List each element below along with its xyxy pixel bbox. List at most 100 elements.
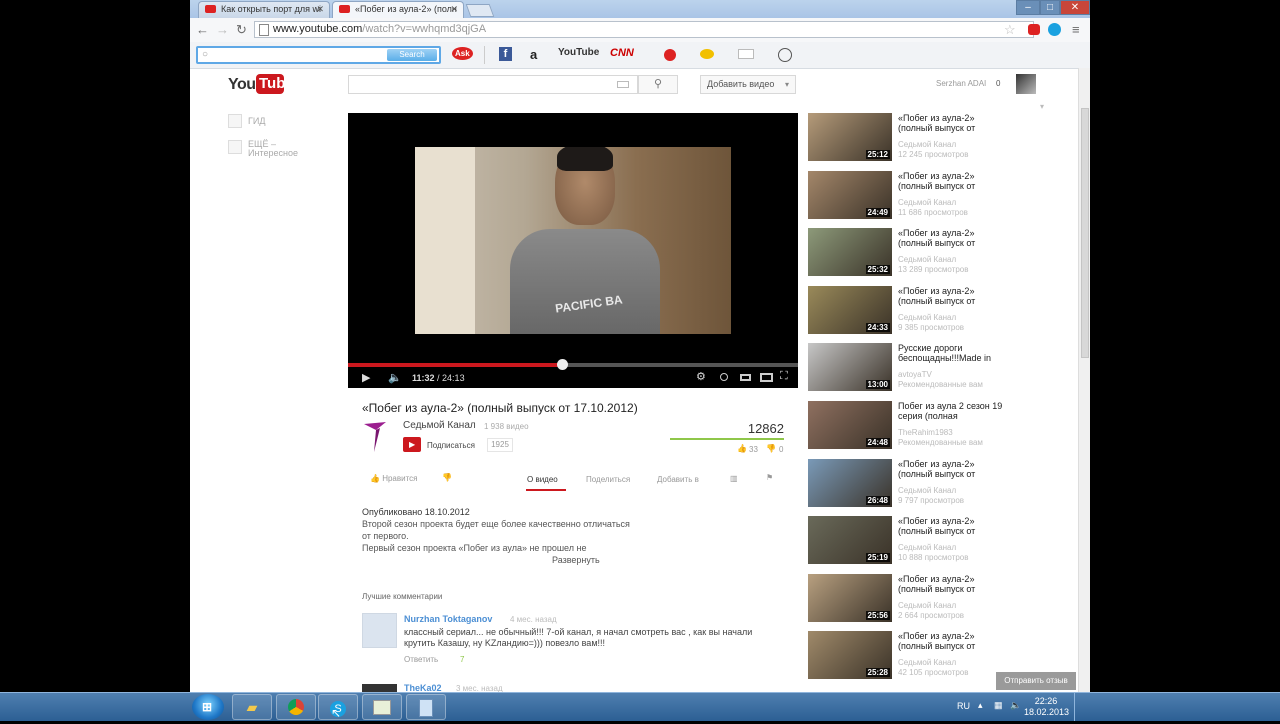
comment-author[interactable]: Nurzhan Toktaganov [404,614,492,624]
play-icon[interactable]: ▶ [362,371,370,384]
skype-extension-icon[interactable] [1048,23,1061,36]
related-thumbnail[interactable]: 13:00 [808,343,892,392]
youtube-search-input[interactable] [348,75,638,94]
language-indicator[interactable]: RU [957,701,970,711]
cnn-icon[interactable]: CNN [610,47,634,59]
channel-name[interactable]: Седьмой Канал [403,420,476,431]
youtube-search-button[interactable]: ⚲ [638,75,678,94]
dislike-button[interactable]: 👎 [442,473,452,482]
comment-avatar[interactable] [362,684,397,692]
reload-icon[interactable]: ↻ [236,22,247,38]
mail-icon[interactable] [738,49,754,59]
guide-interesting-link[interactable]: Интересное [248,148,298,158]
related-video-item[interactable]: 24:33 «Побег из аула-2» (полный выпуск от… [808,285,1078,336]
new-tab-button[interactable] [465,4,495,17]
related-thumbnail[interactable]: 25:19 [808,516,892,565]
related-title[interactable]: Побег из аула 2 сезон 19 серия (полная [898,401,1008,421]
progress-handle[interactable] [557,359,569,370]
related-video-item[interactable]: 25:32 «Побег из аула-2» (полный выпуск от… [808,228,1078,278]
youtube-logo-tube[interactable]: Tube [256,74,294,94]
close-tab-icon[interactable]: ✕ [316,4,324,15]
menu-icon[interactable]: ≡ [1072,22,1080,37]
related-video-item[interactable]: 25:56 «Побег из аула-2» (полный выпуск от… [808,573,1078,624]
start-button[interactable]: ⊞ [192,694,224,720]
bookmark-star-icon[interactable]: ☆ [1004,22,1016,38]
related-thumbnail[interactable]: 25:12 [808,113,892,161]
related-title[interactable]: «Побег из аула-2» (полный выпуск от [898,631,1008,651]
related-thumbnail[interactable]: 24:33 [808,285,892,334]
related-thumbnail[interactable]: 26:48 [808,458,892,507]
fullscreen-icon[interactable]: ⛶ [780,370,788,383]
scrollbar-thumb[interactable] [1081,108,1089,358]
taskbar-chrome[interactable] [276,694,316,720]
related-video-item[interactable]: 25:19 «Побег из аула-2» (полный выпуск от… [808,516,1078,566]
close-tab-icon[interactable]: ✕ [450,4,458,15]
subscribe-button[interactable]: Подписаться [427,441,475,450]
youtube-logo-you[interactable]: You [228,76,256,94]
radio-icon[interactable] [778,48,792,62]
related-thumbnail[interactable]: 24:48 [808,401,892,449]
feedback-button[interactable]: Отправить отзыв [996,672,1076,690]
related-thumbnail[interactable]: 25:32 [808,228,892,277]
related-video-item[interactable]: 24:48 Побег из аула 2 сезон 19 серия (пол… [808,401,1078,451]
related-title[interactable]: Русские дороги беспощадны!!!Made in [898,343,1008,363]
forward-icon[interactable]: → [216,22,229,37]
back-icon[interactable]: ← [196,22,209,37]
sports-icon[interactable] [664,49,676,61]
show-more-button[interactable]: Развернуть [552,555,600,565]
toolbar-search-button[interactable]: Search [387,49,437,61]
settings-gear-icon[interactable]: ⚙ [696,370,706,383]
youtube-toolbar-icon[interactable]: YouTube [558,47,599,58]
minimize-button[interactable]: – [1016,0,1040,15]
address-bar[interactable]: www.youtube.com/watch?v=wwhqmd3qjGA [254,21,1034,38]
comment-reply-button[interactable]: Ответить [404,655,438,664]
tab-port[interactable]: Как открыть порт для wi ✕ [198,1,330,18]
related-title[interactable]: «Побег из аула-2» (полный выпуск от [898,574,1008,594]
comment-author[interactable]: TheKa02 [404,683,442,692]
related-thumbnail[interactable]: 25:56 [808,573,892,622]
channel-logo-icon[interactable] [362,420,388,454]
volume-icon[interactable]: 🔈 [388,371,402,384]
guide-link[interactable]: ГИД [248,116,265,126]
page-scrollbar[interactable] [1078,68,1090,692]
related-title[interactable]: «Побег из аула-2» (полный выпуск от [898,171,1008,191]
maximize-button[interactable]: □ [1040,0,1060,15]
large-player-icon[interactable] [760,373,773,382]
related-title[interactable]: «Побег из аула-2» (полный выпуск от [898,286,1008,306]
related-title[interactable]: «Побег из аула-2» (полный выпуск от [898,228,1008,248]
related-video-item[interactable]: 25:12 «Побег из аула-2» (полный выпуск от… [808,113,1078,163]
upload-button[interactable]: Добавить видео ▾ [700,75,796,94]
channel-video-count[interactable]: 1 938 видео [484,422,529,431]
chevron-down-icon[interactable]: ▾ [1040,102,1044,111]
small-player-icon[interactable] [740,374,751,381]
show-desktop-button[interactable] [1074,693,1083,721]
network-icon[interactable]: ▦ [994,700,1003,711]
flag-icon[interactable]: ⚑ [766,473,773,482]
tab-add-to[interactable]: Добавить в [657,475,699,484]
tray-arrow-icon[interactable]: ▴ [978,700,983,711]
user-name[interactable]: Serzhan ADAI [936,79,986,88]
volume-tray-icon[interactable]: 🔈 [1010,700,1021,711]
toolbar-search-input[interactable]: ○ Search [196,46,441,64]
like-button[interactable]: 👍 Нравится [370,474,418,483]
related-title[interactable]: «Побег из аула-2» (полный выпуск от [898,459,1008,479]
progress-bar[interactable] [348,359,798,370]
related-title[interactable]: «Побег из аула-2» (полный выпуск от [898,516,1008,536]
tab-share[interactable]: Поделиться [586,475,630,484]
related-video-item[interactable]: 24:49 «Побег из аула-2» (полный выпуск от… [808,170,1078,221]
taskbar-photos[interactable] [362,694,402,720]
related-title[interactable]: «Побег из аула-2» (полный выпуск от [898,113,1008,133]
video-player[interactable]: PACIFIC BA ▶ 🔈 11:32 / 24:13 ⚙ ⛶ [348,113,798,388]
related-video-item[interactable]: 13:00 Русские дороги беспощадны!!!Made in… [808,343,1078,393]
tab-about[interactable]: О видео [527,475,558,484]
subscribe-icon[interactable]: ▶ [403,437,421,452]
amazon-icon[interactable]: a [530,47,537,62]
taskbar-explorer[interactable]: ▰ [232,694,272,720]
watch-later-icon[interactable] [720,373,728,381]
taskbar-storage[interactable] [406,694,446,720]
tab-video[interactable]: «Побег из аула-2» (полн ✕ [332,1,464,18]
facebook-icon[interactable]: f [499,47,512,61]
clock[interactable]: 22:26 18.02.2013 [1024,696,1069,718]
close-window-button[interactable]: ✕ [1060,0,1090,15]
related-video-item[interactable]: 26:48 «Побег из аула-2» (полный выпуск от… [808,458,1078,509]
